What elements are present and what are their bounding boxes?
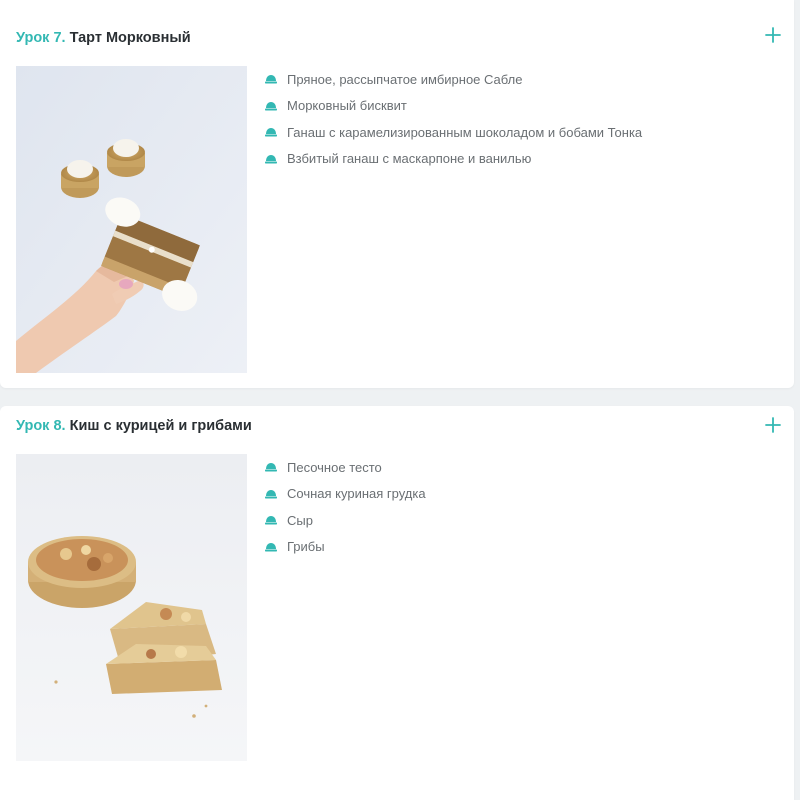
lesson-photo <box>16 66 247 373</box>
list-item-text: Сыр <box>287 512 313 528</box>
dessert-icon <box>265 127 277 137</box>
plus-icon <box>765 27 781 43</box>
dessert-icon <box>265 154 277 164</box>
expand-lesson-button[interactable] <box>762 414 784 436</box>
ingredient-list: Пряное, рассыпчатое имбирное Сабле Морко… <box>265 66 642 172</box>
lesson-title[interactable]: Урок 8. Киш с курицей и грибами <box>16 418 252 434</box>
ingredient-list: Песочное тесто Сочная куриная грудка Сыр… <box>265 454 426 560</box>
lesson-photo <box>16 454 247 761</box>
list-item: Морковный бисквит <box>265 93 642 120</box>
list-item-text: Пряное, рассыпчатое имбирное Сабле <box>287 71 523 87</box>
list-item-text: Сочная куриная грудка <box>287 486 426 502</box>
list-item: Взбитый ганаш с маскарпоне и ванилью <box>265 146 642 173</box>
lesson-name: Киш с курицей и грибами <box>69 418 252 434</box>
plus-icon <box>765 417 781 433</box>
lesson-number: Урок 7. <box>16 30 66 46</box>
list-item-text: Песочное тесто <box>287 459 382 475</box>
lesson-card-7: Урок 7. Тарт Морковный Пряное, рассыпчат… <box>0 0 794 388</box>
dessert-icon <box>265 101 277 111</box>
list-item: Песочное тесто <box>265 454 426 481</box>
list-item-text: Ганаш с карамелизированным шоколадом и б… <box>287 124 643 140</box>
dessert-icon <box>265 515 277 525</box>
list-item: Ганаш с карамелизированным шоколадом и б… <box>265 119 642 146</box>
list-item-text: Грибы <box>287 539 325 555</box>
list-item: Грибы <box>265 534 426 561</box>
expand-lesson-button[interactable] <box>762 24 784 46</box>
lesson-number: Урок 8. <box>16 418 66 434</box>
list-item: Пряное, рассыпчатое имбирное Сабле <box>265 66 642 93</box>
list-item: Сыр <box>265 507 426 534</box>
lesson-name: Тарт Морковный <box>69 30 191 46</box>
list-item: Сочная куриная грудка <box>265 481 426 508</box>
lesson-title[interactable]: Урок 7. Тарт Морковный <box>16 30 191 46</box>
dessert-icon <box>265 74 277 84</box>
dessert-icon <box>265 489 277 499</box>
list-item-text: Взбитый ганаш с маскарпоне и ванилью <box>287 151 532 167</box>
dessert-icon <box>265 542 277 552</box>
lesson-card-8: Урок 8. Киш с курицей и грибами Песочное… <box>0 406 794 800</box>
list-item-text: Морковный бисквит <box>287 98 407 114</box>
dessert-icon <box>265 462 277 472</box>
